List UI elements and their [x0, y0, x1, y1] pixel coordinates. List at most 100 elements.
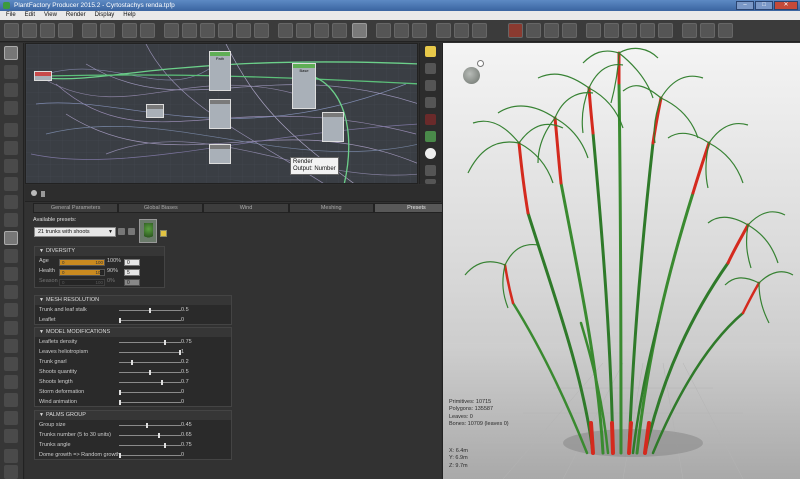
- open-file-icon[interactable]: [22, 23, 37, 38]
- wireframe-icon[interactable]: [640, 23, 655, 38]
- expand-icon[interactable]: [425, 179, 436, 184]
- graph-node[interactable]: [322, 112, 344, 142]
- rotate-view-icon[interactable]: [472, 23, 487, 38]
- render-quality-icon[interactable]: [508, 23, 523, 38]
- param-slider[interactable]: [119, 318, 181, 323]
- new-file-icon[interactable]: [4, 23, 19, 38]
- slider-knob[interactable]: [146, 423, 148, 428]
- graph-node-base[interactable]: Base: [292, 63, 316, 109]
- tab-wind[interactable]: Wind: [203, 203, 289, 213]
- lock-icon[interactable]: [425, 63, 436, 74]
- trunk-icon[interactable]: [4, 123, 18, 137]
- gear-icon[interactable]: [31, 190, 37, 196]
- cylinder-icon[interactable]: [4, 285, 18, 299]
- slider-knob[interactable]: [131, 360, 133, 365]
- layout-split-icon[interactable]: [236, 23, 251, 38]
- tab-meshing[interactable]: Meshing: [288, 203, 374, 213]
- health-bar[interactable]: 0 100: [59, 269, 105, 276]
- compass-icon[interactable]: [658, 23, 673, 38]
- age-bar[interactable]: 0 100: [59, 259, 105, 266]
- group-header[interactable]: ▼ MESH RESOLUTION: [35, 296, 231, 305]
- plant-icon[interactable]: [122, 23, 137, 38]
- database-icon[interactable]: [562, 23, 577, 38]
- pot-icon[interactable]: [4, 267, 18, 281]
- menu-edit[interactable]: Edit: [25, 11, 35, 20]
- graph-node[interactable]: [209, 144, 231, 164]
- script-icon[interactable]: [425, 165, 436, 176]
- stack-icon[interactable]: [544, 23, 559, 38]
- curve-icon[interactable]: [4, 357, 18, 371]
- cup-icon[interactable]: [4, 411, 18, 425]
- preset-delete-icon[interactable]: [128, 228, 135, 235]
- slider-knob[interactable]: [119, 453, 121, 458]
- slider-knob[interactable]: [161, 380, 163, 385]
- param-slider[interactable]: [119, 453, 181, 458]
- branch-tool-icon[interactable]: [4, 141, 18, 155]
- collapse-icon[interactable]: [41, 191, 45, 197]
- shading-icon[interactable]: [622, 23, 637, 38]
- cut-icon[interactable]: [164, 23, 179, 38]
- color-swatch-icon[interactable]: [425, 114, 436, 125]
- transform-tool-icon[interactable]: [4, 65, 18, 79]
- move-icon[interactable]: [454, 23, 469, 38]
- graph-node-input[interactable]: [34, 71, 52, 81]
- param-slider[interactable]: [119, 443, 181, 448]
- cycle-icon[interactable]: [4, 449, 18, 463]
- drop-shape-icon[interactable]: [4, 321, 18, 335]
- menu-help[interactable]: Help: [123, 11, 135, 20]
- drop-icon[interactable]: [4, 213, 18, 227]
- paste-icon[interactable]: [200, 23, 215, 38]
- material-icon[interactable]: [425, 131, 436, 142]
- graph-node-path[interactable]: Path: [209, 51, 231, 91]
- undo-icon[interactable]: [82, 23, 97, 38]
- stem-icon[interactable]: [4, 159, 18, 173]
- bell-icon[interactable]: [4, 393, 18, 407]
- blade-icon[interactable]: [4, 249, 18, 263]
- menu-render[interactable]: Render: [66, 11, 86, 20]
- export-icon[interactable]: [718, 23, 733, 38]
- layers-icon[interactable]: [526, 23, 541, 38]
- param-slider[interactable]: [119, 360, 181, 365]
- minimize-button[interactable]: –: [736, 1, 754, 10]
- close-button[interactable]: ✕: [774, 1, 798, 10]
- leaf-tool-icon[interactable]: [4, 177, 18, 191]
- menu-view[interactable]: View: [44, 11, 57, 20]
- slider-knob[interactable]: [149, 370, 151, 375]
- param-slider[interactable]: [119, 350, 181, 355]
- twig-icon[interactable]: [4, 195, 18, 209]
- age-spin[interactable]: 0: [124, 259, 140, 266]
- branch-icon[interactable]: [314, 23, 329, 38]
- slider-knob[interactable]: [119, 390, 121, 395]
- globe-icon[interactable]: [425, 80, 436, 91]
- redo-icon[interactable]: [100, 23, 115, 38]
- clock-icon[interactable]: [352, 23, 367, 38]
- grid-view-icon[interactable]: [586, 23, 601, 38]
- param-slider[interactable]: [119, 400, 181, 405]
- share-icon[interactable]: [425, 97, 436, 108]
- menu-display[interactable]: Display: [95, 11, 115, 20]
- fit-icon[interactable]: [412, 23, 427, 38]
- zoom-out-icon[interactable]: [394, 23, 409, 38]
- sphere-icon[interactable]: [4, 429, 18, 443]
- slider-knob[interactable]: [149, 308, 151, 313]
- param-slider[interactable]: [119, 433, 181, 438]
- light-handle-icon[interactable]: [477, 60, 484, 67]
- param-slider[interactable]: [119, 380, 181, 385]
- param-slider[interactable]: [119, 423, 181, 428]
- teardrop-icon[interactable]: [4, 339, 18, 353]
- preset-thumbnail[interactable]: [139, 219, 157, 243]
- slider-knob[interactable]: [164, 340, 166, 345]
- param-slider[interactable]: [119, 340, 181, 345]
- copy-icon[interactable]: [182, 23, 197, 38]
- save-icon[interactable]: [40, 23, 55, 38]
- graph-node[interactable]: [146, 104, 164, 118]
- 3d-viewport[interactable]: Primitives: 10715 Polygons: 135587 Leave…: [442, 43, 800, 479]
- leaf-node-icon[interactable]: [332, 23, 347, 38]
- grid-icon[interactable]: [278, 23, 293, 38]
- preset-dropdown[interactable]: 21 trunks with shoots ▼: [34, 227, 116, 237]
- maximize-button[interactable]: □: [755, 1, 773, 10]
- graph-icon[interactable]: [140, 23, 155, 38]
- petal-icon[interactable]: [4, 303, 18, 317]
- param-slider[interactable]: [119, 390, 181, 395]
- layout-single-icon[interactable]: [218, 23, 233, 38]
